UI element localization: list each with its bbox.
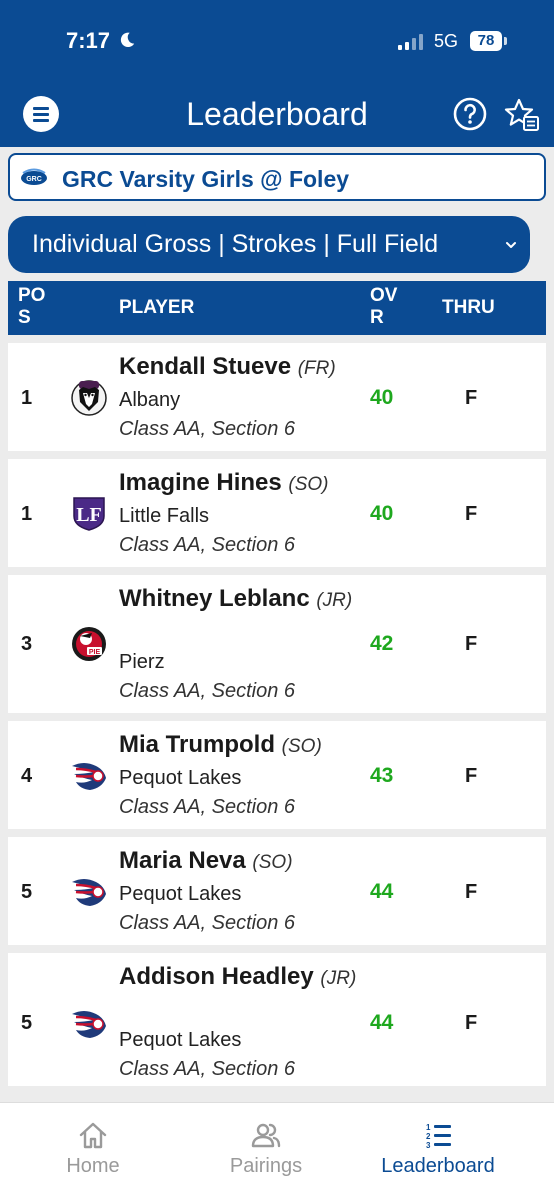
favorites-star-icon[interactable] [504, 97, 540, 133]
home-icon [79, 1122, 107, 1149]
column-header-ovr[interactable]: OVR [370, 285, 406, 329]
player-name: Imagine Hines (SO) [119, 468, 359, 499]
player-year: (SO) [252, 852, 293, 873]
player-name-text: Addison Headley [119, 963, 314, 990]
position: 1 [21, 387, 33, 409]
event-card[interactable]: GRC GRC Varsity Girls @ Foley [8, 153, 546, 201]
school-name: Pequot Lakes [119, 767, 242, 789]
player-year: (FR) [297, 358, 336, 379]
battery-tip [504, 37, 507, 45]
team-logo-icon: GRC [21, 168, 47, 185]
albany-husky-logo-icon [71, 380, 107, 416]
event-title: GRC Varsity Girls @ Foley [62, 166, 350, 192]
player-name-text: Maria Neva [119, 847, 246, 874]
player-year: (SO) [281, 736, 322, 757]
status-time: 7:17 [66, 28, 111, 53]
player-row[interactable]: 1 LF Imagine Hines (SO) Little Falls Cla… [8, 459, 546, 567]
thru-status: F [465, 387, 478, 409]
thru-status: F [465, 765, 478, 787]
thru-status: F [465, 503, 478, 525]
player-name: Whitney Leblanc (JR) [119, 584, 359, 615]
class-section: Class AA, Section 6 [119, 418, 296, 440]
position: 4 [21, 765, 33, 787]
class-section: Class AA, Section 6 [119, 1058, 296, 1080]
class-section: Class AA, Section 6 [119, 680, 296, 702]
thru-status: F [465, 1012, 478, 1034]
signal-icon [398, 34, 423, 50]
nav-home[interactable]: Home [13, 1121, 173, 1178]
class-section: Class AA, Section 6 [119, 912, 296, 934]
svg-text:2: 2 [426, 1132, 431, 1141]
table-header: POS PLAYER OVR THRU [8, 281, 546, 335]
svg-text:3: 3 [426, 1141, 431, 1149]
over-score: 42 [370, 632, 394, 655]
school-name: Albany [119, 389, 181, 411]
player-row[interactable]: 3 PIE Whitney Leblanc (JR) Pierz Class A… [8, 575, 546, 713]
school-name: Pequot Lakes [119, 883, 242, 905]
school-name: Little Falls [119, 505, 210, 527]
bottom-nav: Home Pairings 1 2 3 Leaderboard [0, 1102, 554, 1200]
position: 5 [21, 1012, 33, 1034]
class-section: Class AA, Section 6 [119, 534, 296, 556]
player-name: Kendall Stueve (FR) [119, 352, 359, 383]
svg-text:PIE: PIE [89, 649, 101, 656]
people-icon [251, 1123, 281, 1148]
column-header-pos[interactable]: POS [18, 285, 54, 329]
battery-icon: 78 [470, 31, 502, 51]
player-name-text: Kendall Stueve [119, 353, 292, 380]
position: 1 [21, 503, 33, 525]
pequot-lakes-logo-icon [72, 879, 106, 906]
svg-text:LF: LF [76, 504, 102, 526]
player-year: (JR) [316, 590, 353, 611]
player-name: Maria Neva (SO) [119, 846, 359, 877]
player-year: (SO) [288, 474, 329, 495]
pequot-lakes-logo-icon [72, 1011, 106, 1038]
over-score: 40 [370, 386, 394, 409]
class-section: Class AA, Section 6 [119, 796, 296, 818]
player-name-text: Imagine Hines [119, 469, 282, 496]
over-score: 40 [370, 502, 394, 525]
player-row[interactable]: 4 Mia Trumpold (SO) Pequot Lakes Class A… [8, 721, 546, 829]
nav-pairings-label: Pairings [229, 1155, 303, 1177]
school-name: Pierz [119, 651, 165, 673]
over-score: 43 [370, 764, 394, 787]
app-header: 7:17 5G 78 Leaderboard [0, 0, 554, 147]
position: 3 [21, 633, 33, 655]
svg-text:1: 1 [426, 1123, 431, 1132]
column-header-thru[interactable]: THRU [442, 297, 495, 319]
player-name: Addison Headley (JR) [119, 962, 359, 993]
chevron-down-icon [506, 242, 516, 248]
over-score: 44 [370, 1011, 394, 1034]
player-name-text: Whitney Leblanc [119, 585, 310, 612]
nav-pairings[interactable]: Pairings [186, 1121, 346, 1178]
over-score: 44 [370, 880, 394, 903]
thru-status: F [465, 633, 478, 655]
school-name: Pequot Lakes [119, 1029, 242, 1051]
pierz-logo-icon: PIE [72, 627, 106, 661]
help-icon[interactable] [453, 97, 487, 131]
player-row[interactable]: 5 Maria Neva (SO) Pequot Lakes Class AA,… [8, 837, 546, 945]
column-header-player[interactable]: PLAYER [119, 297, 194, 319]
nav-home-label: Home [66, 1155, 120, 1177]
pequot-lakes-logo-icon [72, 763, 106, 790]
thru-status: F [465, 881, 478, 903]
player-year: (JR) [320, 968, 357, 989]
player-name: Mia Trumpold (SO) [119, 730, 359, 761]
player-name-text: Mia Trumpold [119, 731, 275, 758]
position: 5 [21, 881, 33, 903]
svg-text:GRC: GRC [26, 176, 42, 183]
moon-icon [120, 32, 135, 48]
player-row[interactable]: 5 Addison Headley (JR) Pequot Lakes Clas… [8, 953, 546, 1086]
leaderboard-filter-dropdown[interactable]: Individual Gross | Strokes | Full Field [8, 216, 530, 273]
little-falls-logo-icon: LF [73, 497, 105, 531]
nav-leaderboard-label: Leaderboard [381, 1155, 495, 1177]
filter-label: Individual Gross | Strokes | Full Field [32, 230, 439, 258]
ranked-list-icon: 1 2 3 [426, 1123, 451, 1149]
player-row[interactable]: 1 Kendall Stueve (FR) Albany Class AA, S… [8, 343, 546, 451]
nav-leaderboard[interactable]: 1 2 3 Leaderboard [358, 1121, 518, 1178]
network-type: 5G [434, 31, 459, 51]
